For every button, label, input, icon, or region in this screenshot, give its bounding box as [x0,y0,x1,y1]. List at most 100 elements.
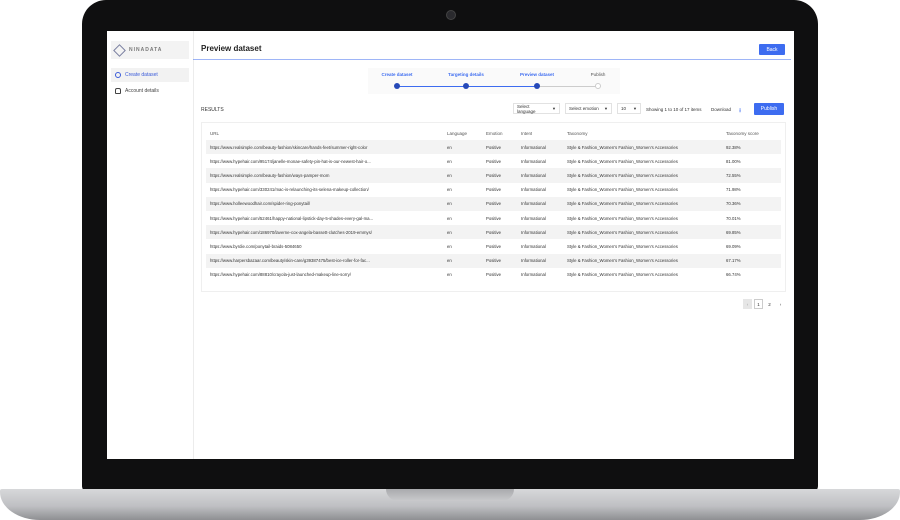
table-row[interactable]: https://www.hypehair.com/186970/laverne-… [206,225,781,240]
language-cell: en [447,172,452,178]
sidebar-item-create-dataset[interactable]: Create dataset [111,68,189,82]
taxonomy-cell: Style & Fashion_Women's Fashion_Women's … [567,172,678,178]
url-cell[interactable]: https://www.hypehair.com/186970/laverne-… [210,230,442,235]
user-icon [115,88,121,94]
download-icon[interactable]: ⭳ [739,106,741,116]
taxonomy-cell: Style & Fashion_Women's Fashion_Women's … [567,201,678,207]
language-cell: en [447,243,452,249]
page-button-1[interactable]: 1 [754,299,763,309]
table-row[interactable]: https://www.hypehair.com/52461/happy-nat… [206,211,781,225]
url-cell[interactable]: https://www.hypehair.com/52461/happy-nat… [210,216,442,221]
pagination: ‹ 1 2 › [743,299,785,309]
url-cell[interactable]: https://www.hypehair.com/95174/janelle-m… [210,159,442,164]
emotion-cell: Positive [486,172,502,178]
prev-page-button[interactable]: ‹ [743,299,752,309]
page-title: Preview dataset [201,44,262,53]
taxonomy-score-cell: 67.17% [726,258,741,264]
sidebar-item-label: Account details [125,88,159,94]
intent-cell: Informational [521,144,546,150]
taxonomy-score-cell: 70.01% [726,215,741,221]
language-cell: en [447,215,452,221]
download-link[interactable]: Download [711,107,731,112]
taxonomy-score-cell: 70.36% [726,201,741,207]
language-select[interactable]: Select language ▼ [513,103,560,114]
language-cell: en [447,258,452,264]
url-cell[interactable]: https://www.realsimple.com/beauty-fashio… [210,145,442,150]
app-screen: NINADATA Create dataset Account details … [107,31,794,459]
emotion-cell: Positive [486,215,502,221]
column-header-emotion[interactable]: Emotion [486,131,503,136]
table-row[interactable]: https://www.byrdie.com/ponytail-braids-5… [206,239,781,253]
taxonomy-cell: Style & Fashion_Women's Fashion_Women's … [567,272,678,278]
url-cell[interactable]: https://www.realsimple.com/beauty-fashio… [210,173,442,178]
results-table: URL Language Emotion Intent Taxonomy Tax… [201,122,786,292]
url-cell[interactable]: https://www.hypehair.com/330241/mac-is-r… [210,187,442,192]
camera-icon [446,10,456,20]
page-size-select[interactable]: 10 ▼ [617,103,641,114]
emotion-cell: Positive [486,187,502,193]
url-cell[interactable]: https://www.byrdie.com/ponytail-braids-5… [210,244,442,249]
table-row[interactable]: https://www.holleewoodhair.com/spider-ri… [206,196,781,211]
intent-cell: Informational [521,187,546,193]
column-header-taxonomy[interactable]: Taxonomy [567,131,588,136]
step-targeting-details[interactable]: Targeting details [448,72,484,77]
step-preview-dataset[interactable]: Preview dataset [520,72,554,77]
taxonomy-score-cell: 92.38% [726,144,741,150]
taxonomy-cell: Style & Fashion_Women's Fashion_Women's … [567,158,678,164]
url-cell[interactable]: https://www.harpersbazaar.com/beauty/ski… [210,258,442,263]
language-cell: en [447,144,452,150]
page-button-2[interactable]: 2 [765,299,774,309]
taxonomy-score-cell: 81.00% [726,158,741,164]
step-dot-done [463,83,469,89]
progress-stepper: Create dataset Targeting details Preview… [368,68,620,94]
table-row[interactable]: https://www.hypehair.com/95174/janelle-m… [206,154,781,168]
intent-cell: Informational [521,258,546,264]
table-header: URL Language Emotion Intent Taxonomy Tax… [206,127,781,138]
publish-button[interactable]: Publish [754,103,784,115]
taxonomy-cell: Style & Fashion_Women's Fashion_Women's … [567,187,678,193]
items-count: Showing 1 to 10 of 17 items [646,107,702,112]
intent-cell: Informational [521,272,546,278]
table-row[interactable]: https://www.realsimple.com/beauty-fashio… [206,168,781,183]
table-row[interactable]: https://www.hypehair.com/88810/crayola-j… [206,268,781,282]
main-content: Preview dataset Back Create dataset Targ… [193,31,794,459]
taxonomy-cell: Style & Fashion_Women's Fashion_Women's … [567,243,678,249]
emotion-cell: Positive [486,201,502,207]
emotion-cell: Positive [486,229,502,235]
brand-logo[interactable]: NINADATA [111,41,189,59]
column-header-intent[interactable]: Intent [521,131,532,136]
results-heading: RESULTS [201,107,224,113]
step-publish[interactable]: Publish [591,72,606,77]
intent-cell: Informational [521,172,546,178]
table-row[interactable]: https://www.harpersbazaar.com/beauty/ski… [206,253,781,268]
table-row[interactable]: https://www.hypehair.com/330241/mac-is-r… [206,183,781,197]
step-dot-pending [595,83,601,89]
language-cell: en [447,158,452,164]
step-dot-done [394,83,400,89]
back-button[interactable]: Back [759,44,785,55]
column-header-taxonomy-score[interactable]: Taxonomy score [726,131,759,136]
taxonomy-cell: Style & Fashion_Women's Fashion_Women's … [567,215,678,221]
next-page-button[interactable]: › [776,299,785,309]
url-cell[interactable]: https://www.holleewoodhair.com/spider-ri… [210,201,442,206]
column-header-url[interactable]: URL [210,131,219,136]
intent-cell: Informational [521,158,546,164]
column-header-language[interactable]: Language [447,131,467,136]
step-create-dataset[interactable]: Create dataset [381,72,412,77]
sidebar-item-account-details[interactable]: Account details [111,84,189,98]
laptop-notch [386,489,514,501]
emotion-cell: Positive [486,158,502,164]
taxonomy-cell: Style & Fashion_Women's Fashion_Women's … [567,144,678,150]
caret-down-icon: ▼ [633,106,637,111]
emotion-select[interactable]: Select emotion ▼ [565,103,612,114]
taxonomy-cell: Style & Fashion_Women's Fashion_Women's … [567,258,678,264]
taxonomy-score-cell: 69.85% [726,229,741,235]
intent-cell: Informational [521,243,546,249]
language-cell: en [447,229,452,235]
emotion-cell: Positive [486,258,502,264]
url-cell[interactable]: https://www.hypehair.com/88810/crayola-j… [210,272,442,277]
table-row[interactable]: https://www.realsimple.com/beauty-fashio… [206,140,781,155]
taxonomy-cell: Style & Fashion_Women's Fashion_Women's … [567,229,678,235]
emotion-select-value: Select emotion [569,106,599,111]
brand-name: NINADATA [129,47,163,53]
